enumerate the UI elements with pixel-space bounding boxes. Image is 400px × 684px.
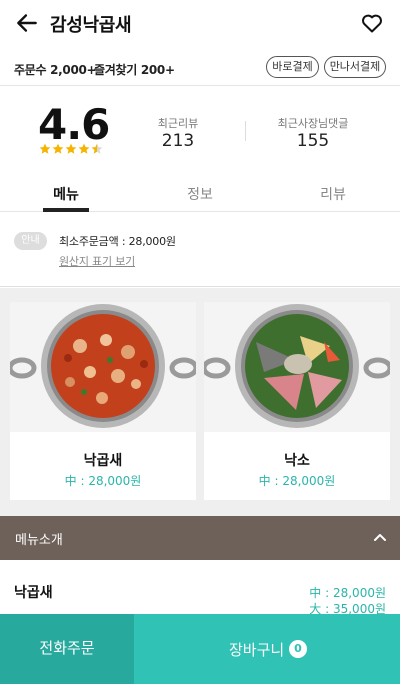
- menu-card-nakso[interactable]: 낙소 中 : 28,000원: [204, 302, 390, 500]
- recent-review-label: 최근리뷰: [157, 117, 199, 130]
- menu-list-item[interactable]: 낙곱새 中 : 28,000원 大 : 35,000원: [0, 560, 400, 616]
- menu-card-price: 中 : 28,000원: [258, 474, 336, 488]
- notice-badge: 안내: [14, 232, 47, 250]
- cart-count-badge: 0: [289, 640, 307, 658]
- phone-order-button[interactable]: 전화주문: [0, 614, 134, 684]
- owner-reply-label: 최근사장님댓글: [277, 117, 349, 130]
- menu-card-nakgopsae[interactable]: 낙곱새 中 : 28,000원: [10, 302, 196, 500]
- star-icon: [65, 143, 77, 154]
- arrow-left-icon[interactable]: [14, 10, 40, 36]
- origin-info-link[interactable]: 원산지 표기 보기: [59, 253, 135, 269]
- direct-payment-badge: 바로결제: [266, 56, 319, 78]
- heart-outline-icon[interactable]: [360, 11, 384, 35]
- app-header: 감성낙곱새: [0, 0, 400, 46]
- rating-stars: [39, 143, 103, 157]
- favorite-count: 즐겨찾기 200+: [94, 63, 175, 77]
- star-icon: [39, 143, 51, 154]
- menu-card-price: 中 : 28,000원: [64, 474, 142, 488]
- tab-menu[interactable]: 메뉴: [26, 184, 106, 204]
- owner-reply-count: 155: [296, 131, 330, 151]
- menu-item-name: 낙곱새: [14, 585, 53, 601]
- active-tab-indicator: [43, 208, 89, 212]
- star-icon: [52, 143, 64, 154]
- menu-item-price-medium: 中 : 28,000원: [309, 586, 386, 600]
- tab-bar: 메뉴 정보 리뷰: [0, 172, 400, 212]
- chevron-up-icon[interactable]: [373, 530, 387, 544]
- min-order-amount: 최소주문금액 : 28,000원: [59, 235, 176, 248]
- order-notice: 안내 최소주문금액 : 28,000원 원산지 표기 보기: [0, 213, 400, 287]
- star-icon: [91, 143, 103, 154]
- store-stats-bar: 주문수 2,000+ 즐겨찾기 200+ 바로결제 만나서결제: [0, 52, 400, 86]
- star-icon: [78, 143, 90, 154]
- menu-image-nakso: [204, 302, 390, 432]
- order-count: 주문수 2,000+: [14, 63, 97, 77]
- menu-intro-header[interactable]: 메뉴소개: [0, 516, 400, 560]
- recent-review-count: 213: [161, 131, 195, 151]
- menu-card-name: 낙소: [284, 453, 310, 469]
- bottom-action-bar: 전화주문 장바구니 0: [0, 614, 400, 684]
- rating-score: 4.6: [38, 100, 110, 149]
- pay-on-delivery-badge: 만나서결제: [324, 56, 386, 78]
- tab-info[interactable]: 정보: [160, 184, 240, 204]
- tab-review[interactable]: 리뷰: [293, 184, 373, 204]
- menu-image-nakgopsae: [10, 302, 196, 432]
- menu-grid: 낙곱새 中 : 28,000원 낙소 中 : 28,000원: [0, 288, 400, 516]
- menu-intro-label: 메뉴소개: [15, 533, 63, 548]
- cart-button[interactable]: 장바구니 0: [134, 614, 400, 684]
- menu-card-name: 낙곱새: [83, 453, 123, 469]
- page-title: 감성낙곱새: [50, 15, 132, 36]
- metric-divider: [245, 121, 246, 141]
- cart-label: 장바구니: [229, 641, 285, 659]
